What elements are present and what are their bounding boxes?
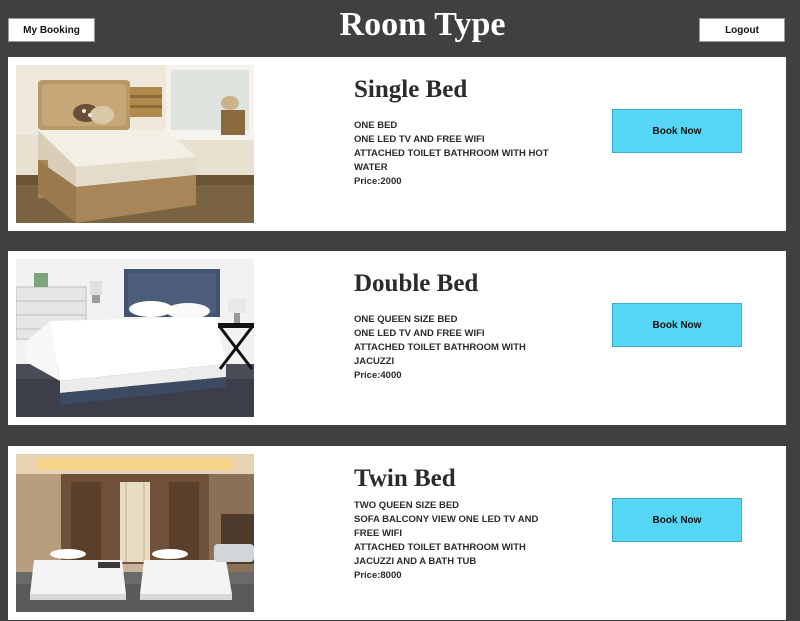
room-price: Price:8000 [354, 570, 402, 581]
room-features-list: ONE BED ONE LED TV AND FREE WIFI ATTACHE… [354, 119, 559, 189]
room-price: Price:4000 [354, 370, 402, 381]
room-photo-double-bed [16, 259, 254, 417]
room-card-double-bed: Double Bed ONE QUEEN SIZE BED ONE LED TV… [8, 251, 786, 425]
room-feature: ATTACHED TOILET BATHROOM WITH HOT WATER [354, 148, 549, 173]
room-feature: SOFA BALCONY VIEW ONE LED TV AND FREE WI… [354, 514, 539, 539]
room-feature: ONE LED TV AND FREE WIFI [354, 134, 485, 145]
room-feature: ATTACHED TOILET BATHROOM WITH JACUZZI AN… [354, 542, 526, 567]
room-price: Price:2000 [354, 176, 402, 187]
room-features-list: ONE QUEEN SIZE BED ONE LED TV AND FREE W… [354, 313, 559, 383]
header-bar: My Booking Room Type Logout [0, 0, 800, 52]
room-photo-twin-bed [16, 454, 254, 612]
page-title: Room Type [339, 6, 506, 43]
room-feature: TWO QUEEN SIZE BED [354, 500, 460, 511]
room-photo-single-bed [16, 65, 254, 223]
room-feature: ONE BED [354, 120, 398, 131]
book-now-button-double-bed[interactable]: Book Now [612, 303, 742, 347]
room-feature: ATTACHED TOILET BATHROOM WITH JACUZZI [354, 342, 526, 367]
room-feature: ONE QUEEN SIZE BED [354, 314, 458, 325]
logout-button[interactable]: Logout [699, 18, 785, 42]
book-now-button-twin-bed[interactable]: Book Now [612, 498, 742, 542]
room-feature: ONE LED TV AND FREE WIFI [354, 328, 485, 339]
room-card-single-bed: Single Bed ONE BED ONE LED TV AND FREE W… [8, 57, 786, 231]
room-card-twin-bed: Twin Bed TWO QUEEN SIZE BED SOFA BALCONY… [8, 446, 786, 620]
room-name: Single Bed [354, 76, 468, 103]
book-now-button-single-bed[interactable]: Book Now [612, 109, 742, 153]
room-features-list: TWO QUEEN SIZE BED SOFA BALCONY VIEW ONE… [354, 499, 559, 583]
room-name: Double Bed [354, 270, 479, 297]
room-name: Twin Bed [354, 465, 456, 492]
